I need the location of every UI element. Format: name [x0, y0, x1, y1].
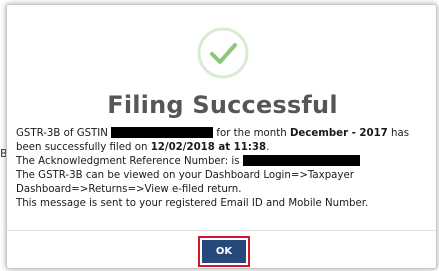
ok-button[interactable]: OK — [202, 240, 246, 263]
ok-button-focus-ring: OK — [198, 236, 250, 267]
message-has: has — [391, 128, 410, 139]
message-line-5: Dashboard=>Returns=>View e-filed return. — [16, 184, 242, 195]
message-filed-prefix: been successfully filed on — [16, 142, 148, 153]
message-line-3: The Acknowledgment Reference Number: is — [16, 155, 426, 169]
message-line-1: GSTR-3B of GSTIN for the month December … — [16, 127, 426, 141]
message-gstin-prefix: GSTR-3B of GSTIN — [16, 128, 108, 139]
message-line-4: The GSTR-3B can be viewed on your Dashbo… — [16, 170, 354, 181]
message-month-label: for the month — [216, 128, 287, 139]
filing-success-dialog: Filing Successful GSTR-3B of GSTIN for t… — [6, 4, 437, 269]
dialog-message: GSTR-3B of GSTIN for the month December … — [16, 127, 426, 211]
filing-month: December - 2017 — [289, 128, 388, 139]
message-line-2: been successfully filed on 12/02/2018 at… — [16, 141, 426, 155]
filed-on-datetime: 12/02/2018 at 11:38 — [150, 142, 267, 153]
ack-reference-label: The Acknowledgment Reference Number: is — [16, 156, 240, 167]
message-line-6: This message is sent to your registered … — [16, 198, 369, 209]
message-period: . — [266, 142, 270, 153]
redacted-gstin — [111, 127, 214, 138]
dialog-divider — [7, 230, 436, 231]
redacted-ack-number — [242, 155, 360, 166]
check-circle-icon — [197, 27, 249, 79]
dialog-title: Filing Successful — [107, 91, 338, 119]
